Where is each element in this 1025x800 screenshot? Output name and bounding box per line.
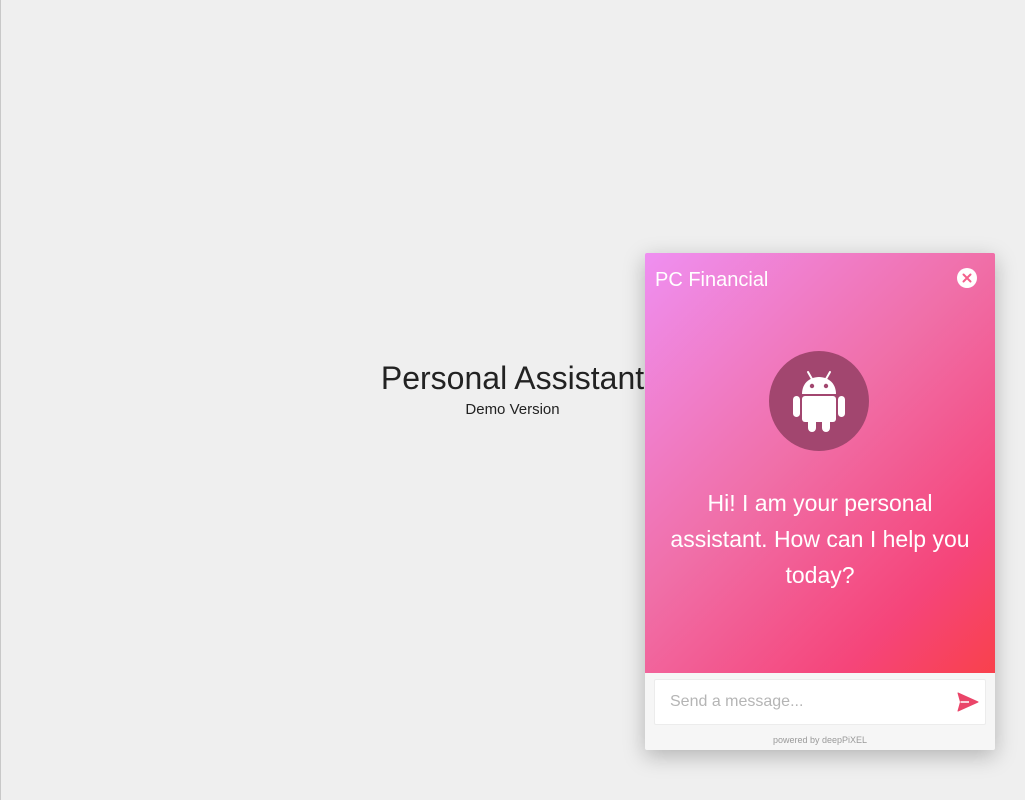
message-input[interactable] — [655, 680, 945, 724]
chat-title: PC Financial — [655, 269, 769, 291]
message-composer — [654, 679, 986, 725]
send-icon — [957, 692, 979, 712]
close-icon — [962, 273, 972, 283]
bot-avatar — [769, 351, 869, 451]
close-button[interactable] — [957, 268, 977, 288]
greeting-message: Hi! I am your personal assistant. How ca… — [670, 490, 970, 588]
android-icon — [793, 371, 845, 432]
send-button[interactable] — [956, 691, 980, 713]
powered-by-label: powered by deepPiXEL — [772, 735, 868, 745]
chat-widget: PC Financial Hi! I am your personal assi… — [645, 253, 995, 750]
chat-header-panel: PC Financial Hi! I am your personal assi… — [645, 253, 995, 673]
